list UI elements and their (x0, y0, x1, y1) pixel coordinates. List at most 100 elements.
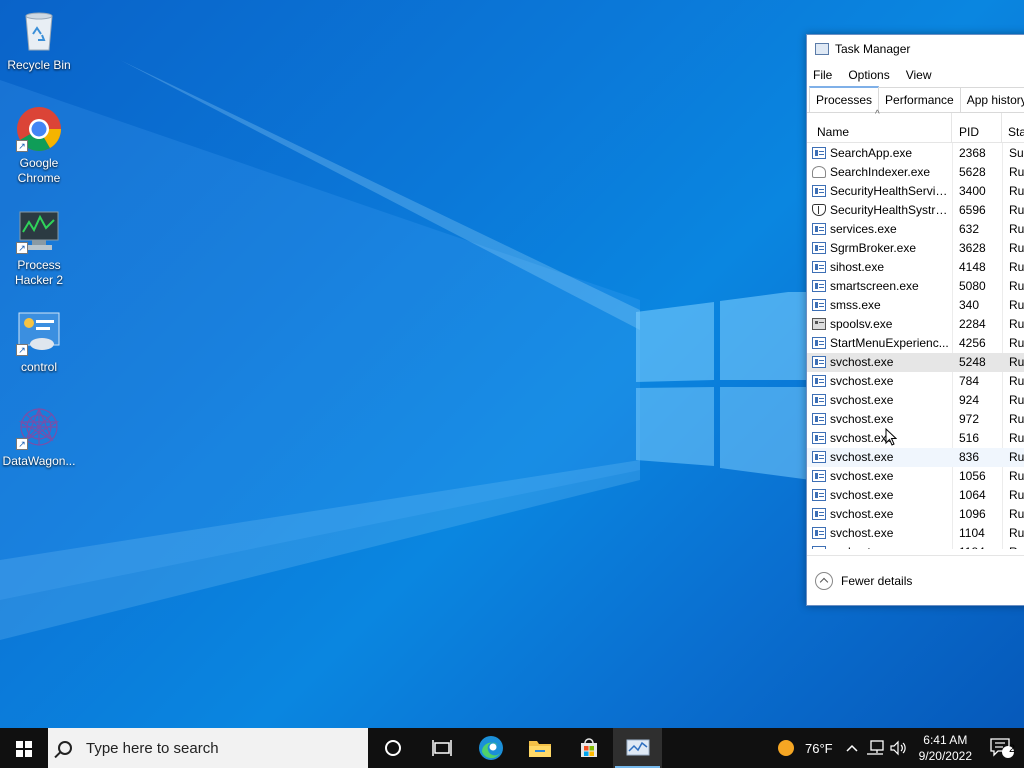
process-status: Run (1009, 545, 1024, 549)
process-row[interactable]: StartMenuExperienc... 4256 Run (807, 334, 1024, 353)
desktop-icon-label: DataWagon... (2, 454, 76, 468)
process-status: Run (1009, 488, 1024, 502)
process-row[interactable]: svchost.exe516Run (807, 429, 1024, 448)
taskbar-search-box[interactable]: Type here to search (48, 728, 368, 768)
app-icon (812, 223, 826, 235)
edge-icon (478, 736, 503, 760)
process-row[interactable]: sihost.exe 4148 Run (807, 258, 1024, 277)
app-icon (812, 470, 826, 482)
process-name: svchost.exe (830, 412, 894, 426)
process-row[interactable]: svchost.exe 924 Run (807, 391, 1024, 410)
process-pid: 784 (959, 374, 980, 388)
menu-options[interactable]: Options (848, 68, 889, 82)
column-header-name[interactable]: ^ Name (807, 109, 952, 143)
process-row[interactable]: smartscreen.exe 5080 Run (807, 277, 1024, 296)
weather-widget[interactable]: 76°F (769, 728, 841, 768)
shortcut-arrow-icon: ↗ (16, 140, 28, 152)
fewer-details-link[interactable]: Fewer details (841, 574, 912, 588)
task-manager-window[interactable]: Task Manager File Options View Processes… (806, 34, 1024, 606)
process-status: Run (1009, 431, 1024, 445)
process-row[interactable]: SearchApp.exe 2368 Sus (807, 144, 1024, 163)
process-row[interactable]: spoolsv.exe 2284 Run (807, 315, 1024, 334)
shield-icon (812, 204, 826, 216)
tab-app-history[interactable]: App history (959, 87, 1024, 112)
process-status: Run (1009, 355, 1024, 369)
app-icon (812, 375, 826, 387)
process-row[interactable]: SecurityHealthSystra... 6596 Run (807, 201, 1024, 220)
process-list[interactable]: SearchApp.exe 2368 Sus SearchIndexer.exe 562… (807, 143, 1024, 549)
app-icon (812, 242, 826, 254)
task-manager-taskbar-button[interactable] (613, 728, 662, 768)
process-row[interactable]: SgrmBroker.exe 3628 Run (807, 239, 1024, 258)
desktop-icon-control[interactable]: ↗ control (2, 310, 76, 375)
process-pid: 836 (959, 450, 980, 464)
datawagon-icon: ↗ (16, 404, 62, 450)
process-row[interactable]: svchost.exe 1096 Run (807, 505, 1024, 524)
app-icon (812, 299, 826, 311)
process-row[interactable]: SecurityHealthServic... 3400 Run (807, 182, 1024, 201)
process-name: svchost.exe (830, 393, 894, 407)
tab-performance[interactable]: Performance (878, 87, 961, 112)
process-pid: 1184 (959, 545, 985, 549)
process-name: StartMenuExperienc... (830, 336, 949, 350)
process-row[interactable]: svchost.exe 1064 Run (807, 486, 1024, 505)
process-row[interactable]: svchost.exe 836 Run (807, 448, 1024, 467)
process-row[interactable]: services.exe 632 Run (807, 220, 1024, 239)
store-button[interactable] (564, 728, 613, 768)
show-hidden-icons-button[interactable] (841, 728, 863, 768)
process-pid: 2368 (959, 146, 986, 160)
desktop-icon-label: control (20, 360, 58, 374)
footer: Fewer details (807, 555, 1024, 605)
desktop-icon-datawagon[interactable]: ↗ DataWagon... (2, 404, 76, 469)
process-row[interactable]: SearchIndexer.exe 5628 Run (807, 163, 1024, 182)
process-pid: 1064 (959, 488, 986, 502)
control-panel-icon: ↗ (16, 310, 62, 356)
process-pid: 1056 (959, 469, 986, 483)
process-row[interactable]: svchost.exe 972 Run (807, 410, 1024, 429)
clock-date: 9/20/2022 (918, 749, 972, 763)
process-status: Run (1009, 507, 1024, 521)
app-icon (812, 356, 826, 368)
process-row[interactable]: svchost.exe 784 Run (807, 372, 1024, 391)
volume-button[interactable] (887, 728, 911, 768)
start-button[interactable] (0, 728, 48, 768)
process-row[interactable]: svchost.exe 1184 Run (807, 543, 1024, 549)
collapse-chevron-icon[interactable] (815, 571, 833, 590)
sun-icon (778, 740, 794, 756)
windows-start-icon (16, 741, 23, 748)
shortcut-arrow-icon: ↗ (16, 242, 28, 254)
task-manager-icon (815, 43, 829, 55)
process-pid: 3628 (959, 241, 986, 255)
edge-button[interactable] (466, 728, 515, 768)
process-pid: 924 (959, 393, 980, 407)
menu-view[interactable]: View (906, 68, 932, 82)
process-status: Run (1009, 279, 1024, 293)
process-status: Run (1009, 222, 1024, 236)
process-pid: 4256 (959, 336, 986, 350)
clock[interactable]: 6:41 AM 9/20/2022 (911, 732, 980, 764)
desktop-icon-google-chrome[interactable]: ↗ Google Chrome (2, 106, 76, 186)
app-icon (812, 185, 826, 197)
app-icon (812, 413, 826, 425)
title-bar[interactable]: Task Manager (807, 35, 1024, 63)
recycle-bin-icon (16, 8, 62, 54)
app-icon (812, 546, 826, 549)
column-header-status[interactable]: Sta (1002, 113, 1024, 143)
cortana-button[interactable] (368, 728, 417, 768)
column-header-pid[interactable]: PID (952, 113, 1002, 143)
process-pid: 5080 (959, 279, 986, 293)
process-row[interactable]: svchost.exe 1104 Run (807, 524, 1024, 543)
task-view-button[interactable] (417, 728, 466, 768)
network-button[interactable] (863, 728, 887, 768)
tab-processes[interactable]: Processes (809, 86, 880, 112)
desktop-icon-recycle-bin[interactable]: Recycle Bin (2, 8, 76, 73)
process-status: Run (1009, 260, 1024, 274)
weather-temperature: 76°F (805, 740, 833, 756)
desktop-icon-process-hacker[interactable]: ↗ Process Hacker 2 (2, 208, 76, 288)
process-row[interactable]: smss.exe 340 Run (807, 296, 1024, 315)
process-row[interactable]: svchost.exe 5248 Run (807, 353, 1024, 372)
process-row[interactable]: svchost.exe 1056 Run (807, 467, 1024, 486)
action-center-button[interactable]: 2 (980, 728, 1024, 768)
menu-file[interactable]: File (813, 68, 832, 82)
file-explorer-button[interactable] (515, 728, 564, 768)
